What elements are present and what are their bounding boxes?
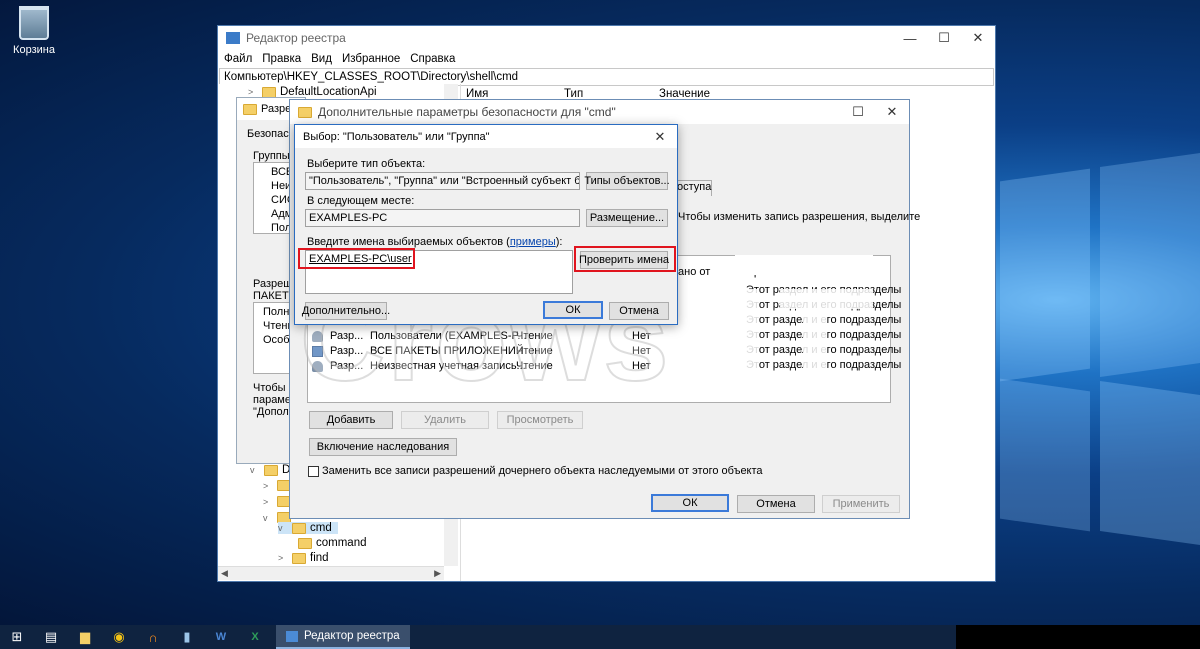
ok-button[interactable]: ОК xyxy=(651,494,729,512)
notebook-icon[interactable]: ▮ xyxy=(170,625,204,649)
ok-button[interactable]: ОК xyxy=(543,301,603,319)
examples-link[interactable]: примеры xyxy=(510,236,556,248)
tree-item-cmd[interactable]: v cmd xyxy=(278,522,338,534)
select-dialog-title: Выбор: "Пользователь" или "Группа" xyxy=(303,130,490,143)
windows-logo-pane xyxy=(1000,378,1090,532)
scroll-left-icon[interactable]: ◀ xyxy=(221,568,228,579)
edit-permission-hint: Чтобы изменить запись разрешения, выдели… xyxy=(678,211,921,223)
close-button[interactable]: ✕ xyxy=(875,100,909,124)
advanced-security-title: Дополнительные параметры безопасности дл… xyxy=(318,105,616,119)
highlight-object-name xyxy=(298,248,415,269)
add-button[interactable]: Добавить xyxy=(309,411,393,429)
advanced-security-titlebar[interactable]: Дополнительные параметры безопасности дл… xyxy=(290,100,909,124)
chevron-down-icon[interactable]: v xyxy=(263,513,273,523)
highlight-check-names xyxy=(574,246,676,272)
recycle-bin-icon xyxy=(19,6,49,40)
tree-item-find[interactable]: > find xyxy=(278,552,329,564)
recycle-bin[interactable]: Корзина xyxy=(8,4,60,56)
task-view-icon[interactable]: ▤ xyxy=(34,625,68,649)
tree-item-command[interactable]: command xyxy=(298,537,367,549)
object-type-label: Выберите тип объекта: xyxy=(307,158,426,170)
object-type-field: "Пользователь", "Группа" или "Встроенный… xyxy=(305,172,580,190)
regedit-titlebar[interactable]: Редактор реестра — ☐ ✕ xyxy=(218,26,995,50)
maximize-button[interactable]: ☐ xyxy=(841,100,875,124)
menu-favorites[interactable]: Избранное xyxy=(342,53,400,65)
regedit-app-icon xyxy=(286,630,298,642)
regedit-menubar: Файл Правка Вид Избранное Справка xyxy=(218,50,995,68)
object-names-label-text: Введите имена выбираемых объектов ( xyxy=(307,236,510,248)
effective-access-tab[interactable]: оступа xyxy=(674,180,712,196)
app-icon[interactable]: ∩ xyxy=(136,625,170,649)
select-user-group-dialog: Выбор: "Пользователь" или "Группа" ✕ Выб… xyxy=(294,124,678,325)
recycle-bin-label: Корзина xyxy=(13,44,55,56)
tree-item-label: cmd xyxy=(310,522,332,534)
tree-item-label: find xyxy=(310,552,329,564)
location-field: EXAMPLES-PC xyxy=(305,209,580,227)
regedit-app-icon xyxy=(226,32,240,44)
delete-button[interactable]: Удалить xyxy=(401,411,489,429)
apply-button[interactable]: Применить xyxy=(822,495,900,513)
tree-item-label: command xyxy=(316,537,367,549)
menu-file[interactable]: Файл xyxy=(224,53,252,65)
folder-icon xyxy=(298,106,312,118)
taskbar-notification-area xyxy=(956,625,1200,649)
chevron-right-icon[interactable]: > xyxy=(263,481,273,491)
windows-logo-pane xyxy=(1100,152,1200,378)
taskbar-regedit-label: Редактор реестра xyxy=(304,630,400,642)
object-names-label: Введите имена выбираемых объектов (приме… xyxy=(307,236,562,248)
tree-horizontal-scrollbar[interactable]: ◀ ▶ xyxy=(218,566,444,580)
tree-item-collapsed[interactable]: > xyxy=(263,496,291,507)
replace-permissions-checkbox[interactable] xyxy=(308,466,319,477)
menu-edit[interactable]: Правка xyxy=(262,53,301,65)
folder-icon xyxy=(262,86,276,98)
folder-icon xyxy=(298,537,312,549)
windows-logo-pane xyxy=(1000,168,1090,382)
minimize-button[interactable]: — xyxy=(893,26,927,50)
advanced-button[interactable]: Дополнительно... xyxy=(302,302,390,320)
taskbar: ⊞ ▤ ▆ ◉ ∩ ▮ W X Редактор реестра xyxy=(0,625,1200,649)
close-button[interactable]: ✕ xyxy=(643,125,677,149)
chevron-down-icon[interactable]: v xyxy=(278,523,288,533)
regedit-title: Редактор реестра xyxy=(246,31,346,45)
cancel-button[interactable]: Отмена xyxy=(737,495,815,513)
view-button[interactable]: Просмотреть xyxy=(497,411,583,429)
folder-icon xyxy=(292,522,306,534)
menu-help[interactable]: Справка xyxy=(410,53,455,65)
folder-icon xyxy=(292,552,306,564)
enable-inheritance-button[interactable]: Включение наследования xyxy=(309,438,457,456)
close-button[interactable]: ✕ xyxy=(961,26,995,50)
chevron-right-icon[interactable]: > xyxy=(278,553,288,563)
start-icon[interactable]: ⊞ xyxy=(0,625,34,649)
chevron-right-icon[interactable]: > xyxy=(263,497,273,507)
locations-button[interactable]: Размещение... xyxy=(586,209,668,227)
maximize-button[interactable]: ☐ xyxy=(927,26,961,50)
watermark-it-bar xyxy=(735,255,873,275)
watermark-it-bar xyxy=(780,289,873,309)
file-explorer-icon[interactable]: ▆ xyxy=(68,625,102,649)
taskbar-regedit-button[interactable]: Редактор реестра xyxy=(276,625,410,649)
excel-icon[interactable]: X xyxy=(238,625,272,649)
tab-label: оступа xyxy=(677,181,712,193)
scroll-right-icon[interactable]: ▶ xyxy=(434,568,441,579)
chevron-down-icon[interactable]: v xyxy=(250,465,260,475)
chevron-right-icon[interactable]: > xyxy=(248,87,258,97)
column-header-inherited-from[interactable]: ано от xyxy=(678,266,710,278)
watermark-it-logo: IT xyxy=(735,255,873,395)
tree-item-collapsed[interactable]: > xyxy=(263,480,291,491)
location-label: В следующем месте: xyxy=(307,195,415,207)
folder-icon xyxy=(264,464,278,476)
menu-view[interactable]: Вид xyxy=(311,53,332,65)
object-types-button[interactable]: Типы объектов... xyxy=(584,172,670,190)
object-names-label-end: ): xyxy=(555,236,563,248)
replace-permissions-label: Заменить все записи разрешений дочернего… xyxy=(322,465,763,477)
cancel-button[interactable]: Отмена xyxy=(609,302,669,320)
folder-icon xyxy=(243,103,257,115)
watermark-it-bar xyxy=(735,289,759,395)
watermark-it-bar xyxy=(803,309,827,395)
chrome-icon[interactable]: ◉ xyxy=(102,625,136,649)
select-dialog-titlebar[interactable]: Выбор: "Пользователь" или "Группа" ✕ xyxy=(295,125,677,148)
word-icon[interactable]: W xyxy=(204,625,238,649)
windows-logo-pane xyxy=(1100,380,1200,546)
